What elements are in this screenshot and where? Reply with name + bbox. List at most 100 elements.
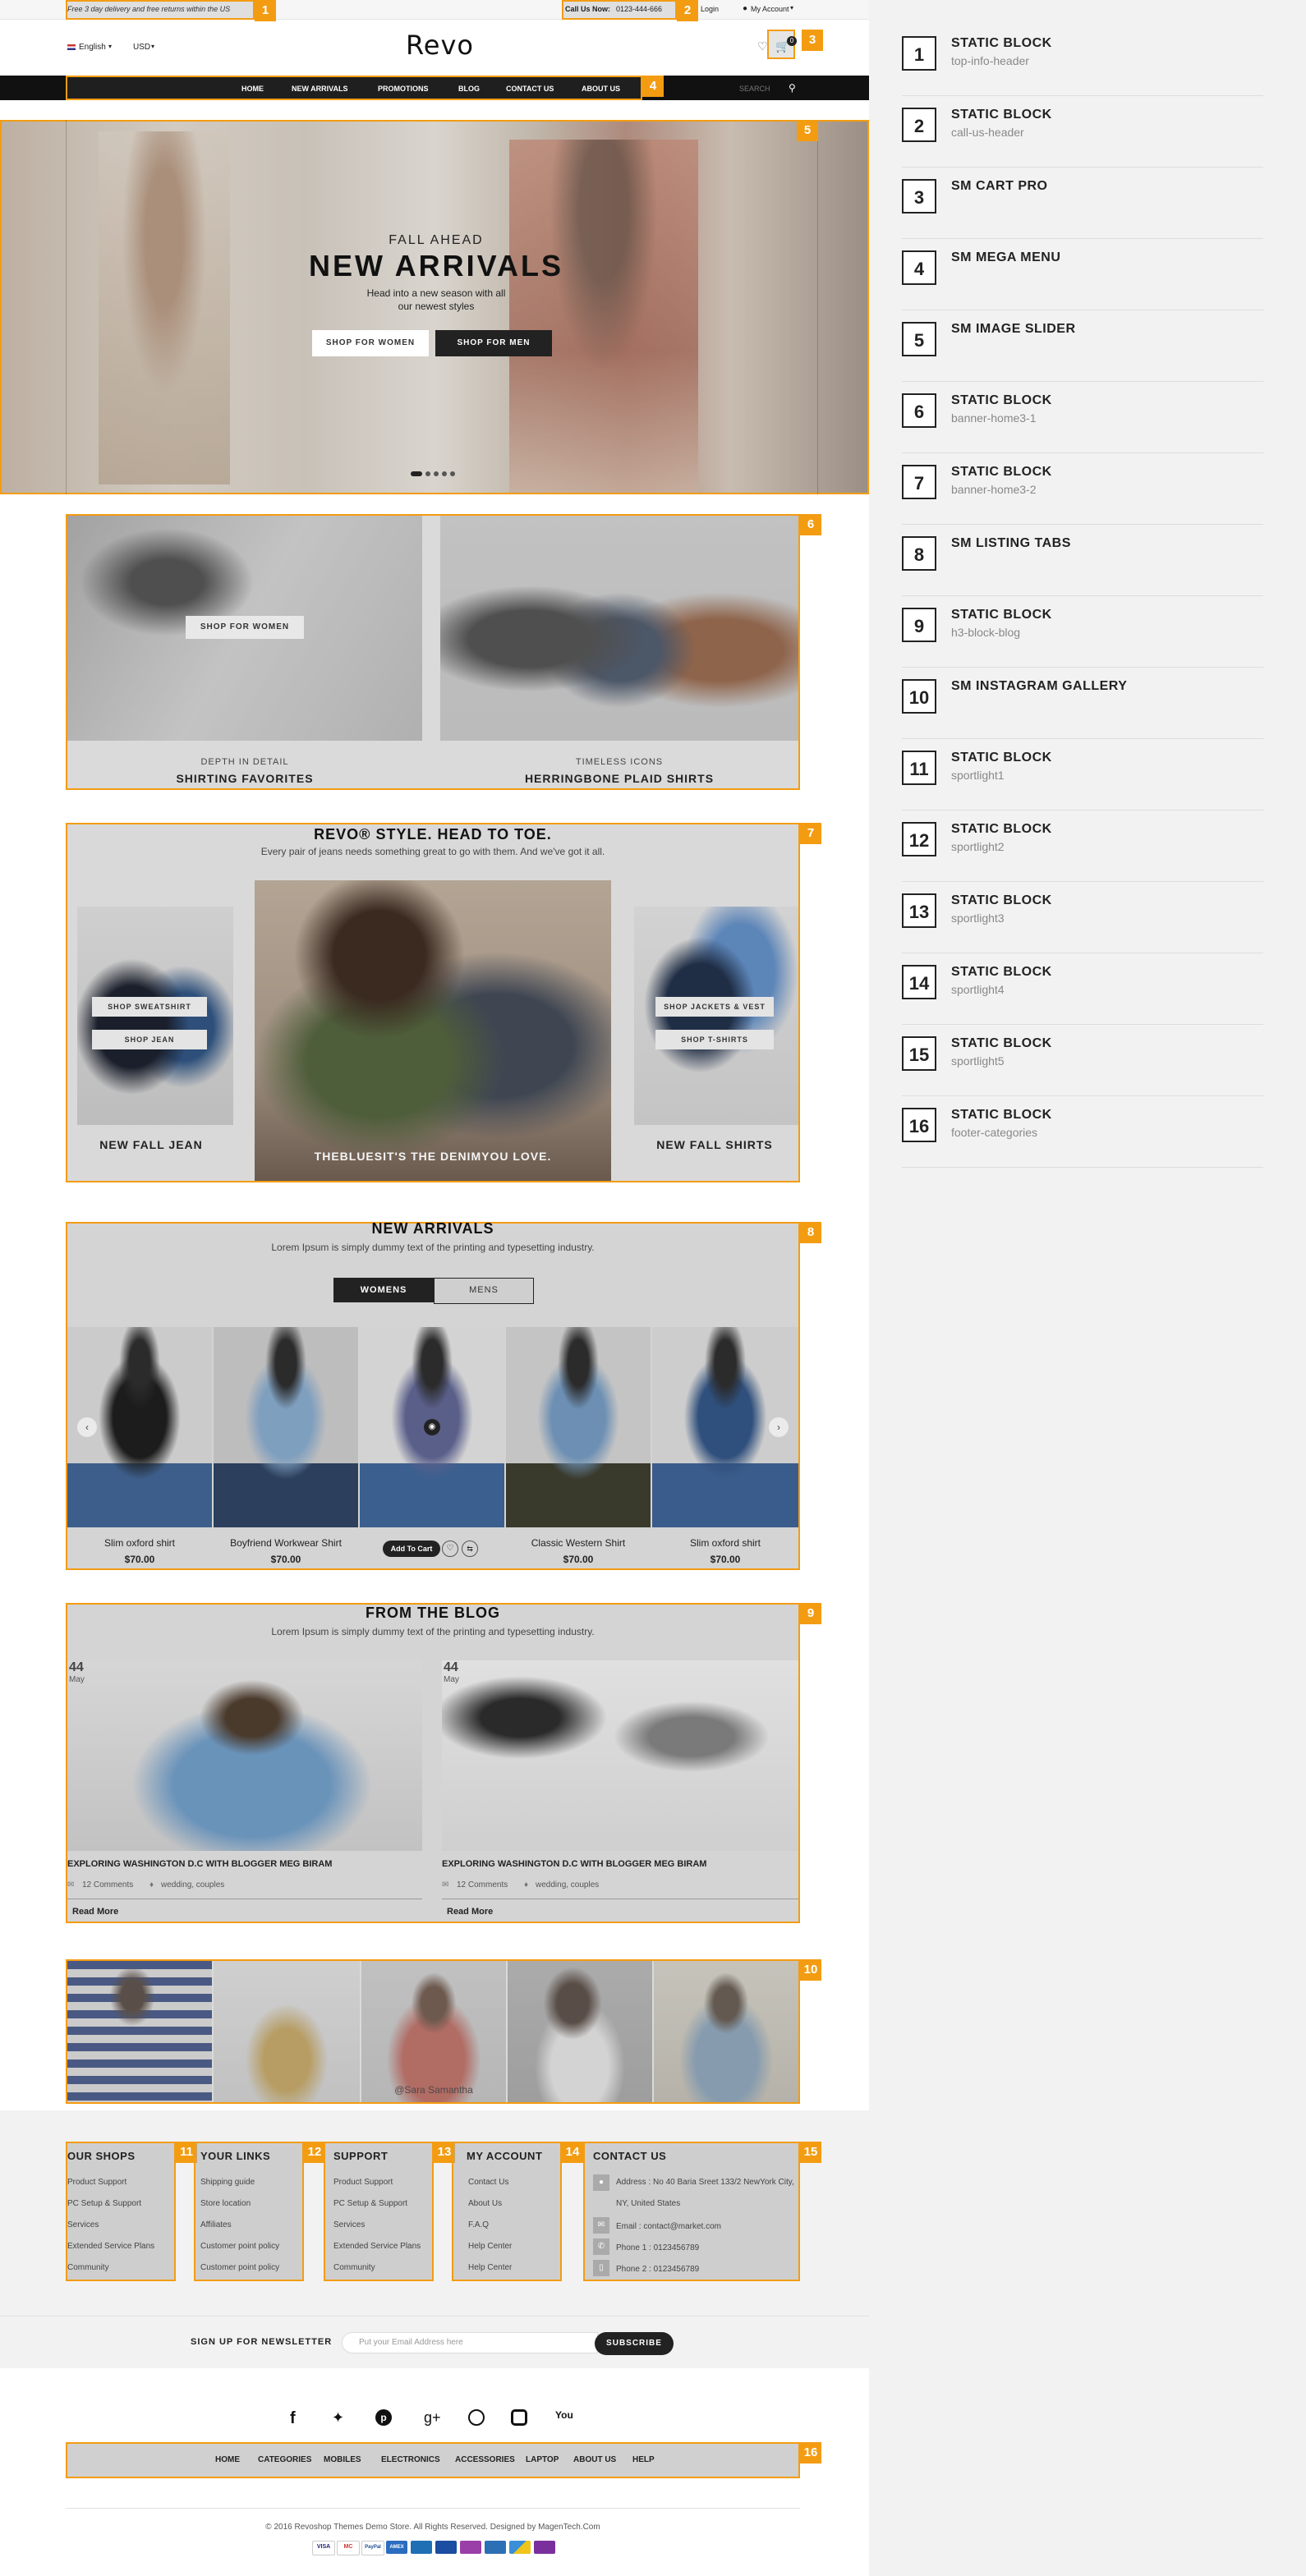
shop-jackets-vest-button[interactable]: SHOP JACKETS & VEST	[655, 997, 774, 1017]
legend-subtitle: banner-home3-1	[951, 411, 1037, 425]
blog-post-image[interactable]	[67, 1660, 422, 1851]
footer-link[interactable]: Services	[67, 2220, 99, 2229]
footer-link[interactable]: Affiliates	[200, 2220, 232, 2229]
footer-link[interactable]: PC Setup & Support	[67, 2199, 141, 2208]
footer-link[interactable]: Services	[333, 2220, 365, 2229]
facebook-icon[interactable]: f	[290, 2409, 296, 2428]
footer-link[interactable]: Community	[67, 2263, 109, 2272]
tab-mens[interactable]: MENS	[434, 1278, 534, 1304]
couple-image[interactable]	[255, 880, 611, 1181]
footer-link[interactable]: Help Center	[468, 2263, 512, 2272]
product-name[interactable]: Boyfriend Workwear Shirt	[214, 1537, 358, 1549]
shop-jean-button[interactable]: SHOP JEAN	[92, 1030, 207, 1049]
blog-post-comments[interactable]: 12 Comments	[457, 1880, 508, 1890]
footer-link[interactable]: Extended Service Plans	[333, 2242, 421, 2251]
blog-post-tags[interactable]: wedding, couples	[161, 1880, 224, 1890]
menu-item-new-arrivals[interactable]: NEW ARRIVALS	[292, 85, 348, 93]
footer-link[interactable]: Product Support	[333, 2178, 393, 2187]
footer-category-link[interactable]: HELP	[632, 2455, 655, 2464]
footer-link[interactable]: Shipping guide	[200, 2178, 255, 2187]
footer-link[interactable]: Community	[333, 2263, 375, 2272]
site-logo[interactable]: Revo	[406, 30, 474, 61]
wishlist-icon[interactable]: ♡	[442, 1541, 458, 1557]
slider-dot[interactable]	[425, 471, 430, 476]
tab-womens[interactable]: WOMENS	[333, 1278, 434, 1302]
add-to-cart-button[interactable]: Add To Cart	[383, 1541, 440, 1557]
shop-for-men-button[interactable]: SHOP FOR MEN	[435, 330, 552, 356]
footer-category-link[interactable]: HOME	[215, 2455, 240, 2464]
instagram-icon[interactable]	[511, 2409, 527, 2426]
google-plus-icon[interactable]: g+	[424, 2409, 441, 2427]
login-link[interactable]: Login	[701, 5, 719, 13]
shop-sweatshirt-button[interactable]: SHOP SWEATSHIRT	[92, 997, 207, 1017]
blog-post-title[interactable]: EXPLORING WASHINGTON D.C WITH BLOGGER ME…	[442, 1859, 706, 1869]
search-input[interactable]: SEARCH	[739, 85, 770, 93]
legend-number: 8	[902, 536, 936, 571]
footer-link[interactable]: Contact Us	[468, 2178, 508, 2187]
slider-dot[interactable]	[434, 471, 439, 476]
menu-item-home[interactable]: HOME	[241, 85, 264, 93]
subscribe-button[interactable]: SUBSCRIBE	[595, 2332, 674, 2355]
footer-category-link[interactable]: ACCESSORIES	[455, 2455, 515, 2464]
read-more-link[interactable]: Read More	[447, 1907, 493, 1917]
slider-kicker: FALL AHEAD	[389, 233, 484, 247]
slider-dot[interactable]	[442, 471, 447, 476]
footer-link[interactable]: About Us	[468, 2199, 502, 2208]
product-name[interactable]: Classic Western Shirt	[506, 1537, 651, 1549]
footer-link[interactable]: Customer point policy	[200, 2263, 279, 2272]
footer-link[interactable]: Extended Service Plans	[67, 2242, 154, 2251]
youtube-icon[interactable]: You	[555, 2409, 573, 2421]
product-price: $70.00	[563, 1554, 594, 1565]
footer-link[interactable]: F.A.Q	[468, 2220, 489, 2229]
menu-item-promotions[interactable]: PROMOTIONS	[378, 85, 429, 93]
contact-email[interactable]: Email : contact@market.com	[616, 2222, 721, 2231]
shop-for-women-button[interactable]: SHOP FOR WOMEN	[312, 330, 429, 356]
menu-item-contact-us[interactable]: CONTACT US	[506, 85, 554, 93]
product-name[interactable]: Slim oxford shirt	[67, 1537, 212, 1549]
carousel-prev-button[interactable]: ‹	[77, 1417, 97, 1437]
slider-dot[interactable]	[450, 471, 455, 476]
block-marker-6: 6	[800, 514, 821, 535]
footer-category-link[interactable]: ABOUT US	[573, 2455, 616, 2464]
footer-category-link[interactable]: ELECTRONICS	[381, 2455, 440, 2464]
blog-post-title[interactable]: EXPLORING WASHINGTON D.C WITH BLOGGER ME…	[67, 1859, 332, 1869]
read-more-link[interactable]: Read More	[72, 1907, 118, 1917]
banner-shop-women-button[interactable]: SHOP FOR WOMEN	[186, 616, 304, 639]
heart-icon[interactable]: ♡	[757, 39, 768, 53]
pinterest-icon[interactable]: p	[375, 2409, 392, 2426]
language-select[interactable]: English	[79, 43, 106, 52]
search-icon[interactable]: ⚲	[789, 82, 796, 94]
blog-post-image[interactable]	[442, 1660, 798, 1851]
footer-link[interactable]: Store location	[200, 2199, 251, 2208]
legend-title: STATIC BLOCK	[951, 822, 1052, 836]
my-account-link[interactable]: My Account	[751, 5, 789, 13]
dribbble-icon[interactable]	[468, 2409, 485, 2426]
footer-link[interactable]: PC Setup & Support	[333, 2199, 407, 2208]
product-image[interactable]	[506, 1327, 651, 1527]
shop-tshirts-button[interactable]: SHOP T-SHIRTS	[655, 1030, 774, 1049]
footer-category-link[interactable]: LAPTOP	[526, 2455, 559, 2464]
blog-post-comments[interactable]: 12 Comments	[82, 1880, 133, 1890]
footer-link[interactable]: Product Support	[67, 2178, 126, 2187]
menu-item-about-us[interactable]: ABOUT US	[582, 85, 620, 93]
slider-dot-active[interactable]	[411, 471, 422, 476]
carousel-next-button[interactable]: ›	[769, 1417, 789, 1437]
blog-post-tags[interactable]: wedding, couples	[536, 1880, 599, 1890]
footer-category-link[interactable]: MOBILES	[324, 2455, 361, 2464]
payment-icon	[411, 2541, 432, 2554]
legend-subtitle: sportlight5	[951, 1054, 1005, 1068]
footer-link[interactable]: Customer point policy	[200, 2242, 279, 2251]
product-name[interactable]: Slim oxford shirt	[652, 1537, 798, 1549]
product-image[interactable]	[214, 1327, 358, 1527]
legend-subtitle: h3-block-blog	[951, 626, 1021, 639]
twitter-icon[interactable]: ✦	[332, 2409, 344, 2427]
newsletter-email-input[interactable]: Put your Email Address here	[342, 2332, 598, 2353]
footer-category-link[interactable]: CATEGORIES	[258, 2455, 311, 2464]
block-marker-4: 4	[642, 76, 664, 97]
quickview-icon[interactable]: ◉	[424, 1419, 440, 1435]
legend-subtitle: banner-home3-2	[951, 483, 1037, 496]
compare-icon[interactable]: ⇆	[462, 1541, 478, 1557]
footer-link[interactable]: Help Center	[468, 2242, 512, 2251]
currency-select[interactable]: USD	[133, 43, 150, 52]
menu-item-blog[interactable]: BLOG	[458, 85, 480, 93]
